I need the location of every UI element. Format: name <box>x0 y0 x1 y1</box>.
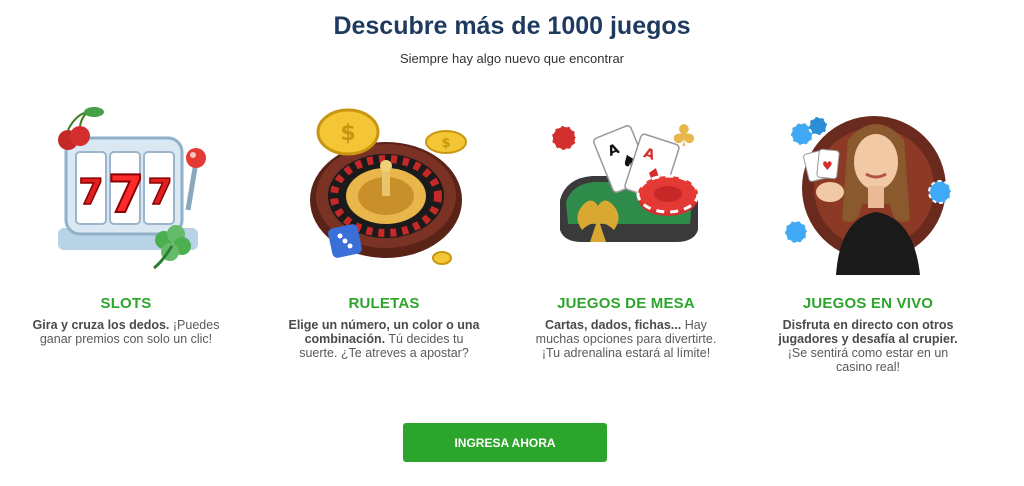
category-description: Gira y cruza los dedos. ¡Puedes ganar pr… <box>26 318 226 346</box>
live-dealer-icon: ♥ <box>778 100 958 275</box>
category-description-bold: Gira y cruza los dedos. <box>32 318 170 332</box>
page-title: Descubre más de 1000 juegos <box>333 12 691 40</box>
svg-text:7: 7 <box>108 165 144 225</box>
svg-text:$: $ <box>340 121 355 146</box>
svg-text:♣: ♣ <box>671 119 698 154</box>
svg-text:♥: ♥ <box>822 159 833 173</box>
category-title: JUEGOS EN VIVO <box>802 295 934 312</box>
page-subtitle: Siempre hay algo nuevo que encontrar <box>399 51 625 66</box>
category-card-slots[interactable]: 7 7 7 SLOTS Gira y cruza los dedos. ¡Pue… <box>6 100 246 346</box>
category-title: JUEGOS DE MESA <box>557 295 695 312</box>
svg-text:7: 7 <box>78 172 103 213</box>
category-title: SLOTS <box>100 295 152 312</box>
category-card-ruletas[interactable]: $ $ RULETAS Elige un número, un color o … <box>264 100 504 360</box>
category-title: RULETAS <box>348 295 420 312</box>
category-description-bold: Disfruta en directo con otros jugadores … <box>778 318 958 346</box>
slot-machine-icon: 7 7 7 <box>36 100 216 275</box>
roulette-icon: $ $ <box>294 100 474 275</box>
category-description: Disfruta en directo con otros jugadores … <box>768 318 968 374</box>
svg-text:7: 7 <box>147 172 172 213</box>
category-description-bold: Cartas, dados, fichas... <box>545 318 682 332</box>
ingresa-ahora-button[interactable]: INGRESA AHORA <box>403 423 607 462</box>
category-card-juegos-de-mesa[interactable]: A ♠ A ♦ ♣ JUEGOS DE MESA Cartas, dados, … <box>506 100 746 360</box>
svg-text:$: $ <box>441 136 450 151</box>
category-card-juegos-en-vivo[interactable]: ♥ JUEGOS EN VIVO Disfruta en directo con… <box>748 100 988 374</box>
category-description-text: ¡Se sentirá como estar en un casino real… <box>787 346 949 374</box>
category-description: Cartas, dados, fichas... Hay muchas opci… <box>526 318 726 360</box>
category-description: Elige un número, un color o una combinac… <box>284 318 484 360</box>
cards-table-icon: A ♠ A ♦ ♣ <box>536 100 716 275</box>
